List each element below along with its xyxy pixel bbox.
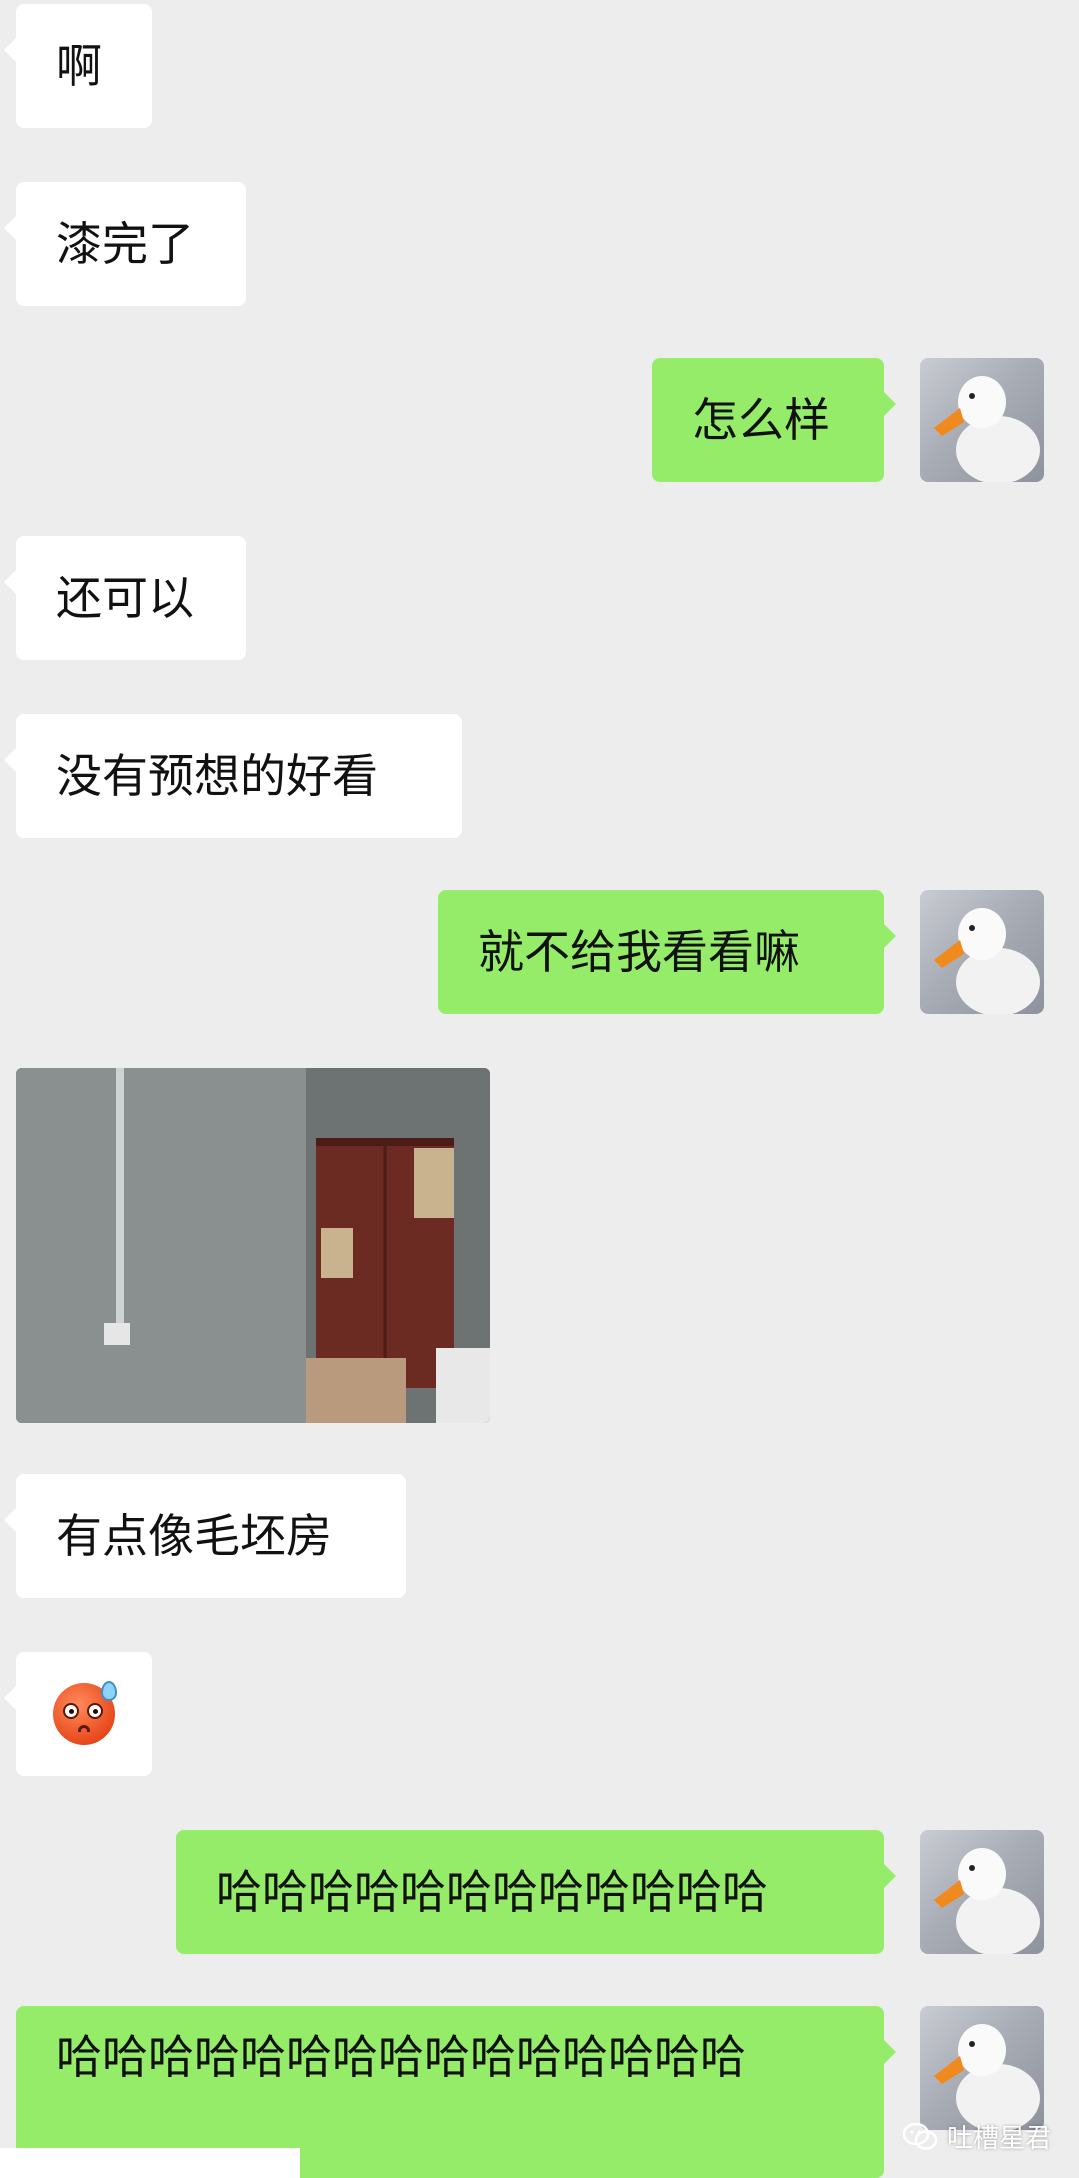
user-avatar[interactable] (920, 1830, 1044, 1954)
message-bubble-incoming[interactable]: 漆完了 (4, 182, 246, 306)
user-avatar[interactable] (920, 358, 1044, 482)
message-text: 哈哈哈哈哈哈哈哈哈哈哈哈哈哈哈 (56, 2030, 746, 2084)
message-bubble-outgoing[interactable]: 哈哈哈哈哈哈哈哈哈哈哈哈 (176, 1830, 896, 1954)
duck-avatar-icon (934, 376, 1040, 482)
message-bubble-incoming[interactable]: 还可以 (4, 536, 246, 660)
duck-avatar-icon (934, 2024, 1040, 2130)
user-avatar[interactable] (920, 890, 1044, 1014)
image-message[interactable] (16, 1068, 490, 1423)
message-bubble-outgoing[interactable]: 怎么样 (652, 358, 896, 482)
wechat-logo-icon (902, 2122, 937, 2150)
user-avatar[interactable] (920, 2006, 1044, 2130)
message-text: 还可以 (56, 571, 194, 625)
message-bubble-outgoing[interactable]: 就不给我看看嘛 (438, 890, 896, 1014)
bottom-edge-strip (0, 2148, 300, 2178)
sweat-face-emoji-icon (53, 1681, 117, 1745)
message-text: 没有预想的好看 (56, 749, 378, 803)
message-text: 哈哈哈哈哈哈哈哈哈哈哈哈 (216, 1865, 768, 1919)
message-bubble-incoming[interactable]: 没有预想的好看 (4, 714, 462, 838)
message-text: 漆完了 (56, 217, 194, 271)
watermark-text: 吐槽星君 (946, 2124, 1051, 2154)
message-text: 啊 (56, 39, 102, 93)
message-text: 怎么样 (692, 393, 830, 447)
duck-avatar-icon (934, 1848, 1040, 1954)
room-photo (16, 1068, 490, 1423)
message-bubble-incoming[interactable]: 啊 (4, 4, 152, 128)
emoji-message[interactable] (4, 1652, 152, 1776)
message-text: 有点像毛坯房 (56, 1509, 332, 1563)
duck-avatar-icon (934, 908, 1040, 1014)
watermark: 吐槽星君 (902, 2118, 1051, 2155)
message-bubble-incoming[interactable]: 有点像毛坯房 (4, 1474, 406, 1598)
message-text: 就不给我看看嘛 (478, 925, 800, 979)
